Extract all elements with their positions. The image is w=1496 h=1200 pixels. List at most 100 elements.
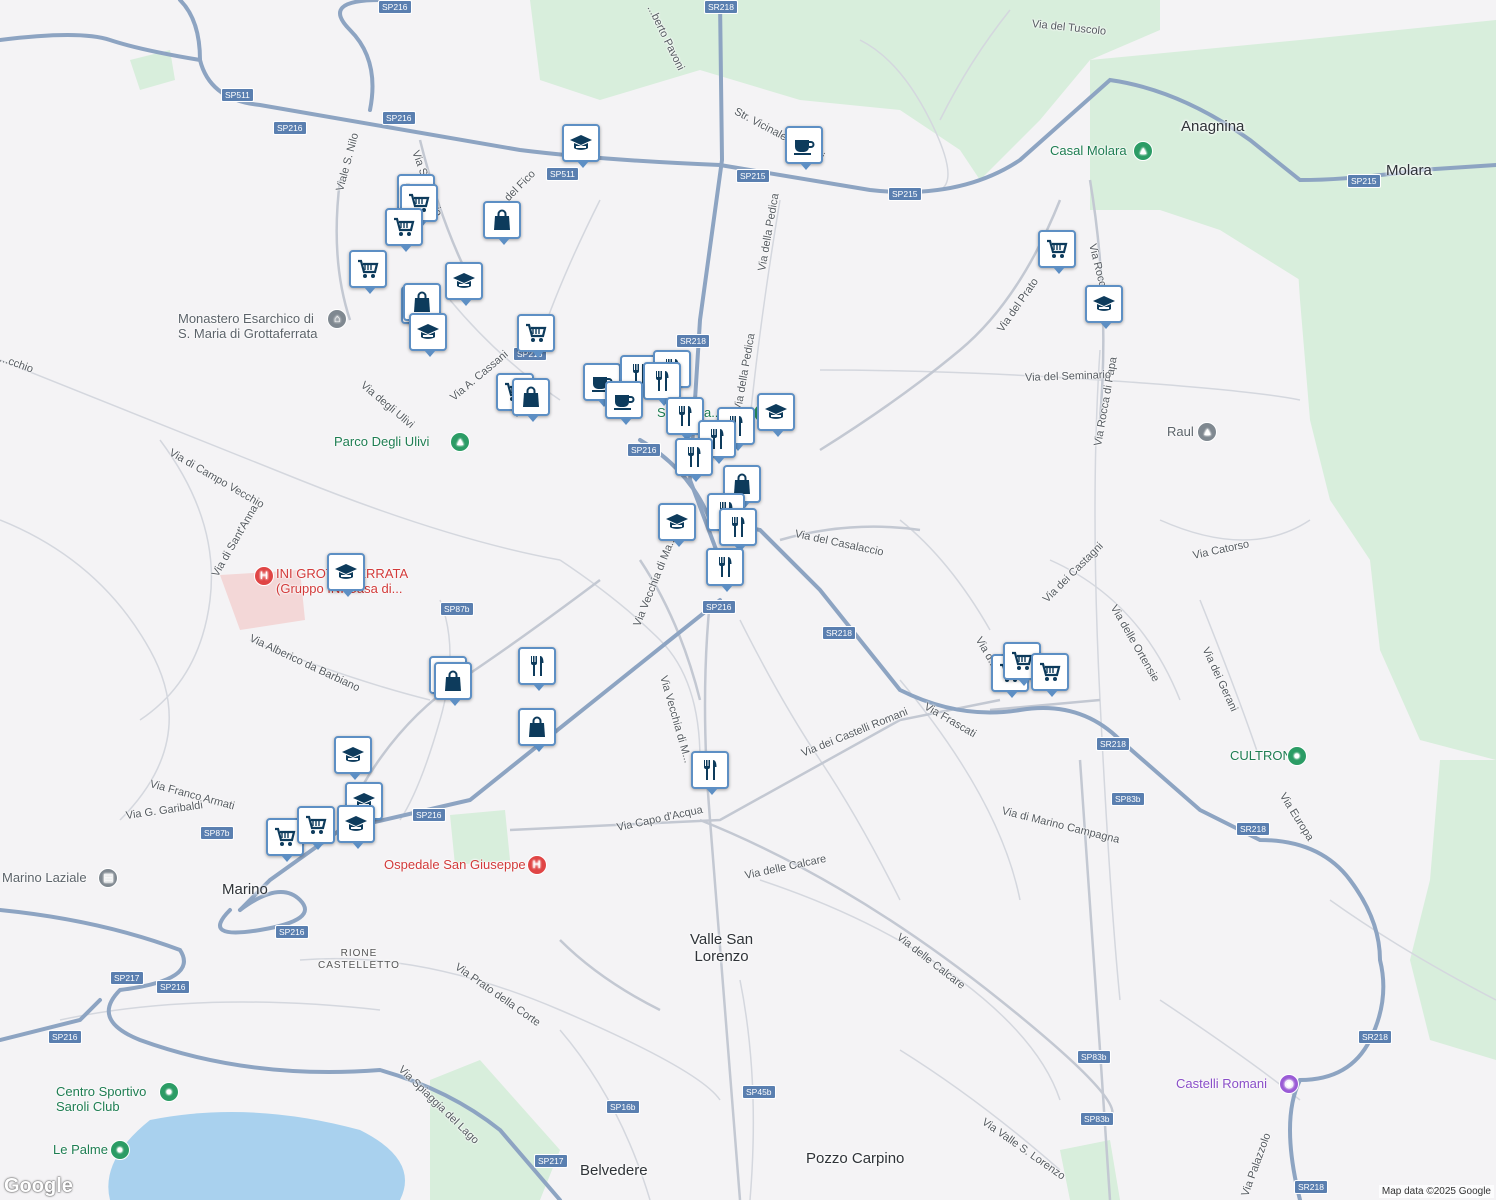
road-shield: SP216 [48,1030,82,1044]
road-shield: SP216 [378,0,412,14]
google-logo: Google [4,1175,73,1197]
road-shield: SP216 [275,925,309,939]
place-label-line: Marino [222,881,268,898]
restaurant-marker[interactable] [643,362,681,406]
road-shield: SP216 [412,808,446,822]
road-shield: SP217 [110,971,144,985]
poi-castelli-romani[interactable]: Castelli Romani ◉ [1176,1074,1299,1094]
poi-centro-sportivo[interactable]: Centro Sportivo Saroli Club ● [56,1082,179,1114]
place-label: Molara [1386,162,1432,179]
school-marker[interactable] [327,553,365,597]
road-shield: SP216 [702,600,736,614]
place-label-line: Anagnina [1181,118,1245,135]
cart-marker[interactable] [1038,230,1076,274]
restaurant-marker[interactable] [719,508,757,552]
road-shield: SP215 [736,169,770,183]
poi-cultrona[interactable]: CULTRONA ● [1230,746,1307,766]
attraction-icon: ◉ [1279,1074,1299,1094]
road-shield: SR218 [1236,822,1270,836]
poi-label: Raul [1167,424,1194,439]
road-shield: SP16b [606,1100,640,1114]
place-label-line: Belvedere [580,1162,648,1179]
poi-le-palme[interactable]: Le Palme ● [53,1140,130,1160]
road-shield: SP511 [546,167,579,181]
cart-marker[interactable] [297,806,335,850]
cart-marker[interactable] [385,208,423,252]
poi-label: Parco Degli Ulivi [334,434,430,449]
road-shield: SP217 [534,1154,568,1168]
place-label-line: Molara [1386,162,1432,179]
road-shield: SP216 [273,121,307,135]
road-shield: SP215 [1347,174,1381,188]
park-icon: ● [159,1082,179,1102]
poi-label: Ospedale San Giuseppe [384,857,526,872]
place-label: Valle San Lorenzo [690,931,753,965]
road-shield: SR218 [822,626,856,640]
road-shield: SP83b [1080,1112,1114,1126]
road-shield: SP87b [440,602,474,616]
poi-raul[interactable]: Raul ▲ [1167,422,1218,442]
poi-label: Monastero Esarchico di S. Maria di Grott… [178,311,318,341]
poi-label: Centro Sportivo Saroli Club [56,1084,147,1114]
road-shield: SP215 [888,187,922,201]
road-shield: SR218 [1096,737,1130,751]
poi-ospedale[interactable]: Ospedale San Giuseppe H [384,855,547,875]
place-label-line: CASTELLETTO [318,960,400,971]
park-icon: ● [1286,746,1307,766]
school-marker[interactable] [337,805,375,849]
cart-marker[interactable] [349,250,387,294]
place-label: Anagnina [1181,118,1244,135]
road-shield: SR218 [1358,1030,1392,1044]
poi-casal-molara[interactable]: Casal Molara ▲ [1050,141,1154,161]
road-shield: SR218 [1294,1180,1328,1194]
place-label: Marino [222,881,268,898]
school-marker[interactable] [757,393,795,437]
poi-monastero[interactable]: Monastero Esarchico di S. Maria di Grott… [178,309,348,341]
place-label-line: Pozzo Carpino [806,1150,905,1167]
bag-marker[interactable] [434,662,472,706]
restaurant-marker[interactable] [706,548,744,592]
place-label-line: RIONE [340,948,378,959]
road-shield: SP511 [221,88,254,102]
map-attribution[interactable]: Map data ©2025 Google [1378,1185,1494,1198]
road-shield: SP216 [627,443,661,457]
place-label: Belvedere [580,1162,648,1179]
restaurant-marker[interactable] [691,751,729,795]
road-shield: SP216 [156,980,190,994]
bag-marker[interactable] [483,201,521,245]
road-shield: SP83b [1111,792,1145,806]
school-marker[interactable] [1085,285,1123,329]
poi-label: Castelli Romani [1176,1076,1268,1091]
place-label-line: Lorenzo [694,948,749,965]
restaurant-marker[interactable] [518,647,556,691]
school-marker[interactable] [409,313,447,357]
road-shield: SP87b [200,826,234,840]
school-marker[interactable] [334,736,372,780]
park-icon: ● [109,1140,130,1160]
poi-label: Marino Laziale [2,870,87,885]
poi-marino-laziale[interactable]: Marino Laziale ▤ [2,868,119,888]
road-shield: SP216 [382,111,416,125]
cafe-marker[interactable] [785,126,823,170]
road-shield: SR218 [704,0,738,14]
school-marker[interactable] [562,124,600,168]
bag-marker[interactable] [518,708,556,752]
cart-marker[interactable] [517,314,555,358]
place-label: RIONE CASTELLETTO [318,948,400,972]
school-marker[interactable] [445,262,483,306]
road-shield: SP45b [742,1085,776,1099]
cafe-marker[interactable] [605,381,643,425]
hospital-icon: H [526,855,547,875]
poi-label: Le Palme [53,1142,108,1157]
poi-label: Casal Molara [1050,143,1127,158]
school-marker[interactable] [658,503,696,547]
bag-marker[interactable] [512,378,550,422]
road-shield: SP83b [1077,1050,1111,1064]
road-shield: SR218 [676,334,710,348]
poi-parco-ulivi[interactable]: Parco Degli Ulivi ▲ [334,432,471,452]
cart-marker[interactable] [1031,653,1069,697]
map-canvas[interactable]: Via del Tuscolo ...berto Pavoni Str. Vicin… [0,0,1496,1200]
restaurant-marker[interactable] [675,438,713,482]
hospital-icon: H [254,566,274,586]
place-label: Pozzo Carpino [806,1150,904,1167]
